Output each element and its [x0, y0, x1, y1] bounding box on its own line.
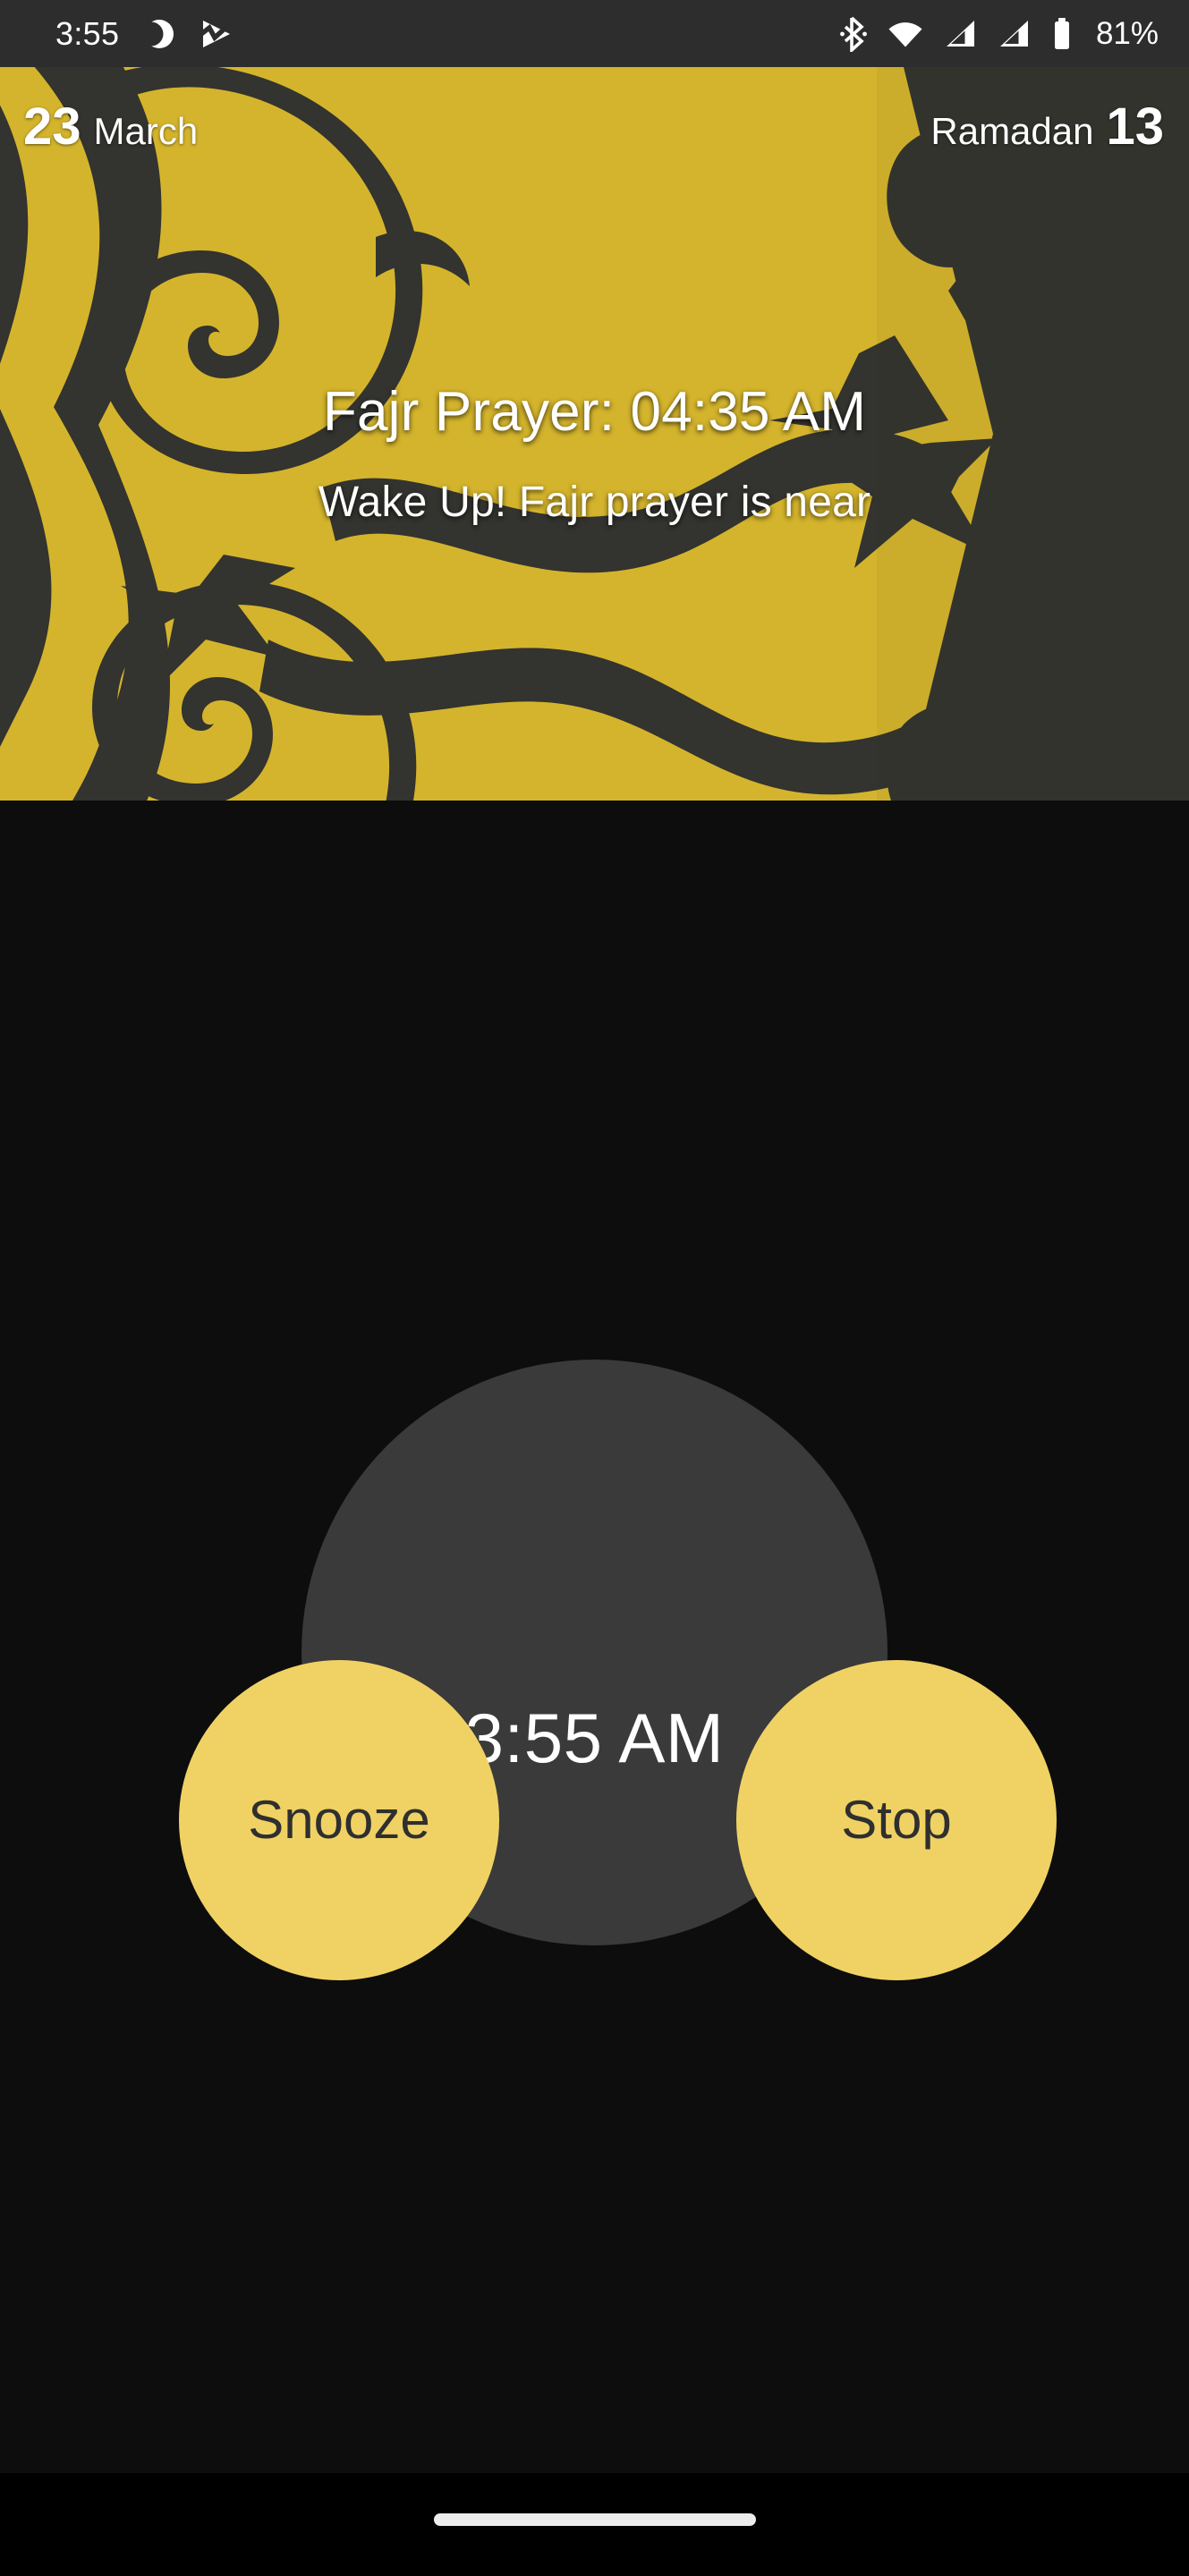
status-bar-right: 81%: [840, 16, 1159, 52]
home-gesture-pill[interactable]: [433, 2512, 756, 2526]
signal-sim1-icon: [946, 20, 974, 47]
prayer-banner: 23 March Ramadan 13 Fajr Prayer: 04:35 A…: [0, 67, 1189, 801]
battery-icon: [1054, 17, 1069, 49]
stop-button[interactable]: Stop: [736, 1660, 1057, 1980]
banner-message: Fajr Prayer: 04:35 AM Wake Up! Fajr pray…: [0, 385, 1189, 524]
gregorian-month-label: March: [93, 110, 199, 152]
alarm-area: 3:55 AM Snooze Stop: [0, 801, 1189, 2473]
system-navigation-bar: [0, 2473, 1189, 2576]
hijri-date: Ramadan 13: [930, 101, 1164, 153]
snooze-button-label: Snooze: [248, 1790, 430, 1850]
hijri-month-label: Ramadan: [930, 110, 1094, 152]
snooze-button[interactable]: Snooze: [179, 1660, 499, 1980]
battery-percent-label: 81%: [1095, 16, 1159, 51]
dnd-moon-icon: [145, 19, 174, 48]
bluetooth-icon: [840, 16, 867, 52]
status-bar: 3:55 81%: [0, 0, 1189, 67]
status-bar-clock: 3:55: [55, 14, 120, 52]
stop-button-label: Stop: [841, 1790, 952, 1850]
signal-sim2-icon: [999, 20, 1028, 47]
wifi-icon: [888, 21, 922, 47]
media-play-icon: [200, 20, 231, 47]
banner-date-row: 23 March Ramadan 13: [0, 101, 1189, 153]
status-bar-left: 3:55: [55, 17, 234, 51]
gregorian-date: 23 March: [23, 101, 198, 153]
prayer-title: Fajr Prayer: 04:35 AM: [322, 381, 867, 443]
hijri-day-number: 13: [1106, 97, 1164, 156]
gregorian-day-number: 23: [23, 97, 81, 156]
phone-screen: 3:55 81% 23 March Ramadan 13 Fajr Prayer…: [0, 0, 1189, 2576]
prayer-subtitle: Wake Up! Fajr prayer is near: [318, 479, 871, 526]
alarm-current-time: 3:55 AM: [464, 1698, 725, 1777]
